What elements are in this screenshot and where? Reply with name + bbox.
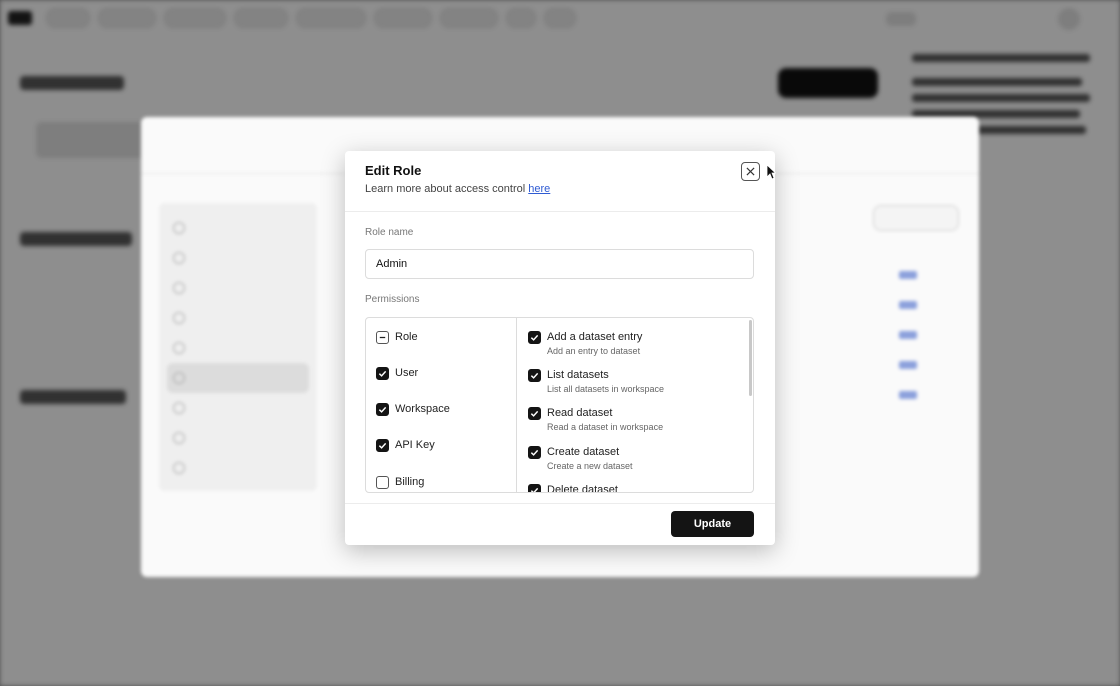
permission-label: List datasets	[547, 369, 609, 381]
checkbox-unchecked[interactable]	[376, 475, 389, 489]
scrollbar-thumb[interactable]	[749, 320, 752, 396]
permissions-label: Permissions	[365, 294, 420, 305]
category-workspace[interactable]: Workspace	[376, 401, 450, 417]
permission-item: List datasets List all datasets in works…	[528, 367, 743, 394]
permission-description: Read a dataset in workspace	[547, 422, 664, 432]
permission-row[interactable]: Read dataset	[528, 405, 743, 421]
permission-label: Read dataset	[547, 407, 613, 419]
check-icon	[530, 410, 539, 417]
settings-edit-link	[899, 391, 917, 399]
settings-sidebar-item	[167, 213, 309, 243]
category-user[interactable]: User	[376, 365, 418, 381]
category-label: API Key	[395, 439, 435, 451]
settings-sidebar-item	[167, 393, 309, 423]
settings-sidebar-item	[167, 453, 309, 483]
settings-edit-link	[899, 331, 917, 339]
permission-categories: Role User Workspace API Key Billing	[366, 318, 517, 492]
mouse-pointer-icon	[766, 164, 776, 180]
check-icon	[530, 334, 539, 341]
permission-description: Create a new dataset	[547, 461, 633, 471]
settings-sidebar-item	[167, 303, 309, 333]
circle-icon	[173, 402, 185, 414]
modal-subtitle: Learn more about access control here	[365, 183, 550, 195]
settings-create-button-background	[873, 205, 959, 231]
settings-edit-link	[899, 271, 917, 279]
category-role[interactable]: Role	[376, 329, 418, 345]
circle-icon	[173, 432, 185, 444]
circle-icon	[173, 222, 185, 234]
circle-icon	[173, 372, 185, 384]
modal-title: Edit Role	[365, 163, 422, 178]
checkbox-checked[interactable]	[528, 406, 541, 420]
edit-role-modal: Edit Role Learn more about access contro…	[345, 151, 775, 545]
minus-icon	[379, 336, 386, 338]
checkbox-checked[interactable]	[528, 368, 541, 382]
circle-icon	[173, 282, 185, 294]
permission-description: Add an entry to dataset	[547, 346, 641, 356]
permission-description: List all datasets in workspace	[547, 384, 665, 394]
checkbox-partial[interactable]	[376, 330, 389, 344]
checkbox-checked[interactable]	[376, 438, 389, 452]
permission-list[interactable]: Add a dataset entry Add an entry to data…	[518, 318, 753, 493]
settings-sidebar-item	[167, 423, 309, 453]
access-control-link[interactable]: here	[528, 183, 550, 195]
circle-icon	[173, 462, 185, 474]
settings-edit-link	[899, 301, 917, 309]
modal-subtitle-text: Learn more about access control	[365, 183, 529, 195]
circle-icon	[173, 312, 185, 324]
permission-label: Create dataset	[547, 446, 620, 458]
category-api-key[interactable]: API Key	[376, 437, 435, 453]
check-icon	[530, 449, 539, 456]
checkbox-checked[interactable]	[376, 402, 389, 416]
permission-row[interactable]: Create dataset	[528, 444, 743, 460]
checkbox-checked[interactable]	[528, 483, 541, 492]
circle-icon	[173, 342, 185, 354]
check-icon	[530, 487, 539, 492]
category-label: Workspace	[395, 403, 450, 415]
close-icon	[746, 167, 755, 176]
permission-row[interactable]: Add a dataset entry	[528, 329, 743, 345]
permission-item: Delete dataset	[528, 482, 743, 493]
update-button[interactable]: Update	[671, 511, 754, 537]
settings-sidebar-item	[167, 333, 309, 363]
category-label: Role	[395, 331, 418, 343]
permission-label: Add a dataset entry	[547, 331, 643, 343]
checkbox-checked[interactable]	[528, 445, 541, 459]
category-label: Billing	[395, 476, 425, 488]
check-icon	[530, 372, 539, 379]
permission-item: Create dataset Create a new dataset	[528, 444, 743, 471]
permission-row[interactable]: List datasets	[528, 367, 743, 383]
settings-sidebar-item	[167, 273, 309, 303]
close-button[interactable]	[741, 162, 760, 181]
category-label: User	[395, 367, 419, 379]
settings-edit-link	[899, 361, 917, 369]
check-icon	[378, 406, 387, 413]
circle-icon	[173, 252, 185, 264]
checkbox-checked[interactable]	[528, 330, 541, 344]
permission-item: Read dataset Read a dataset in workspace	[528, 405, 743, 432]
settings-sidebar	[159, 203, 317, 491]
permission-row[interactable]: Delete dataset	[528, 482, 743, 493]
checkbox-checked[interactable]	[376, 366, 389, 380]
settings-sidebar-item	[167, 243, 309, 273]
modal-footer-divider	[345, 503, 775, 504]
settings-sidebar-item-selected	[167, 363, 309, 393]
check-icon	[378, 370, 387, 377]
role-name-label: Role name	[365, 227, 414, 238]
category-billing[interactable]: Billing	[376, 474, 424, 490]
modal-header: Edit Role Learn more about access contro…	[345, 151, 775, 212]
permission-item: Add a dataset entry Add an entry to data…	[528, 329, 743, 356]
check-icon	[378, 442, 387, 449]
role-name-input[interactable]	[365, 249, 754, 279]
permission-label: Delete dataset	[547, 484, 618, 493]
permissions-box: Role User Workspace API Key Billing Add …	[365, 317, 754, 493]
